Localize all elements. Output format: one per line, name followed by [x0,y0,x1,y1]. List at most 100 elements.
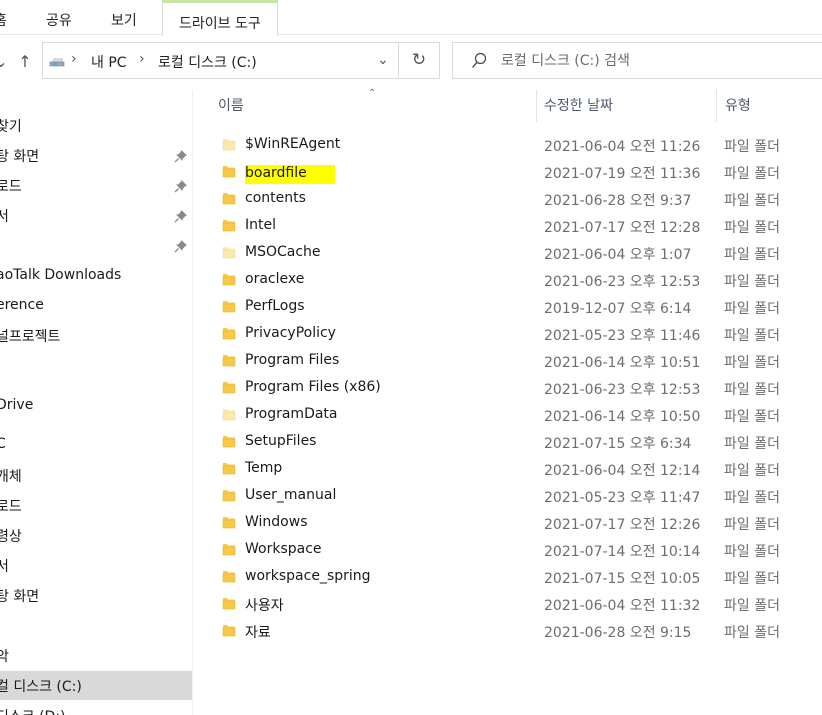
nav-item-documents[interactable]: 서 [0,201,192,230]
file-modified-date: 2021-07-14 오전 10:14 [544,544,701,560]
file-modified-date: 2021-06-04 오전 11:26 [544,139,701,155]
column-header-name[interactable]: 이름 [218,95,244,115]
file-row[interactable]: MSOCache 2021-06-04 오후 1:07 파일 폴더 [194,240,822,267]
file-type: 파일 폴더 [724,436,780,452]
breadcrumb-separator-icon[interactable]: › [71,51,77,67]
file-modified-date: 2021-06-04 오전 12:14 [544,463,701,479]
file-modified-date: 2021-06-23 오후 12:53 [544,382,701,398]
file-type: 파일 폴더 [724,139,780,155]
pin-icon[interactable] [174,149,188,163]
file-name: 사용자 [245,598,284,614]
pin-icon[interactable] [174,179,188,193]
file-name: Windows [245,514,308,530]
nav-item-kakaotalk-downloads[interactable]: aoTalk Downloads [0,262,192,291]
nav-item-pc-documents[interactable]: 서 [0,551,192,580]
folder-icon [222,193,236,205]
refresh-icon[interactable]: ↻ [398,43,439,78]
file-row[interactable]: oraclexe 2021-06-23 오후 12:53 파일 폴더 [194,267,822,294]
nav-item-quick-access[interactable]: 찾기 [0,111,192,140]
file-name: MSOCache [245,244,321,260]
folder-icon [222,409,236,421]
file-row[interactable]: 사용자 2021-06-04 오전 11:32 파일 폴더 [194,591,822,618]
nav-item-label: aoTalk Downloads [0,267,122,283]
nav-item-label: 탕 화면 [0,589,40,605]
nav-item-local-disk-c[interactable]: 컬 디스크 (C:) [0,671,192,700]
breadcrumb-this-pc[interactable]: 내 PC [91,52,127,72]
pin-icon[interactable] [174,239,188,253]
folder-icon [222,598,236,610]
nav-item-folder[interactable]: I [0,351,192,380]
nav-item-music[interactable]: 악 [0,641,192,670]
column-divider[interactable] [536,90,537,122]
file-row[interactable]: $WinREAgent 2021-06-04 오전 11:26 파일 폴더 [194,132,822,159]
file-row[interactable]: boardfile 2021-07-19 오전 11:36 파일 폴더 [194,159,822,186]
file-row[interactable]: Program Files 2021-06-14 오후 10:51 파일 폴더 [194,348,822,375]
folder-icon [222,328,236,340]
nav-item-pc-desktop[interactable]: 탕 화면 [0,581,192,610]
folder-icon [222,247,236,259]
breadcrumb-local-disk[interactable]: 로컬 디스크 (C:) [158,52,257,72]
file-row[interactable]: PerfLogs 2019-12-07 오후 6:14 파일 폴더 [194,294,822,321]
nav-item-this-pc[interactable]: C [0,431,192,460]
file-type: 파일 폴더 [724,544,780,560]
address-bar[interactable]: › 내 PC › 로컬 디스크 (C:) ⌄ ↻ [42,42,440,79]
nav-item-videos[interactable]: 령상 [0,521,192,550]
nav-item-project[interactable]: 널프로젝트 [0,321,192,350]
file-name: $WinREAgent [245,136,341,152]
nav-item-onedrive[interactable]: Drive [0,392,192,421]
file-modified-date: 2021-06-04 오후 1:07 [544,247,692,263]
nav-item-pc-downloads[interactable]: 로드 [0,491,192,520]
nav-item-pc-pictures[interactable]: ! [0,611,192,640]
folder-icon [222,436,236,448]
file-row[interactable]: Intel 2021-07-17 오전 12:28 파일 폴더 [194,213,822,240]
nav-item-downloads[interactable]: 로드 [0,171,192,200]
search-box[interactable] [452,42,822,79]
file-row[interactable]: Program Files (x86) 2021-06-23 오후 12:53 파일… [194,375,822,402]
file-row[interactable]: PrivacyPolicy 2021-05-23 오후 11:46 파일 폴더 [194,321,822,348]
folder-icon [222,490,236,502]
nav-item-reference[interactable]: erence [0,292,192,321]
nav-item-label: 로드 [0,499,22,515]
file-type: 파일 폴더 [724,625,780,641]
file-row[interactable]: SetupFiles 2021-07-15 오후 6:34 파일 폴더 [194,429,822,456]
column-divider[interactable] [716,90,717,122]
file-modified-date: 2021-06-04 오전 11:32 [544,598,701,614]
file-row[interactable]: Temp 2021-06-04 오전 12:14 파일 폴더 [194,456,822,483]
file-row[interactable]: Windows 2021-07-17 오전 12:26 파일 폴더 [194,510,822,537]
up-arrow-icon[interactable]: ↑ [16,49,34,75]
nav-item-3d-objects[interactable]: 개체 [0,461,192,490]
column-header-date[interactable]: 수정한 날짜 [544,95,613,115]
nav-item-local-disk-d[interactable]: 디스크 (D:) [0,701,192,715]
search-icon [472,52,487,68]
tab-drive-tools[interactable]: 드라이브 도구 [162,0,278,36]
file-row[interactable]: User_manual 2021-05-23 오후 11:47 파일 폴더 [194,483,822,510]
nav-item-pictures[interactable]: ! [0,231,192,260]
tab-share[interactable]: 공유 [46,10,72,30]
tab-view[interactable]: 보기 [111,10,137,30]
breadcrumb-separator-icon[interactable]: › [139,51,145,67]
file-modified-date: 2021-07-17 오전 12:26 [544,517,701,533]
file-row[interactable]: ProgramData 2021-06-14 오후 10:50 파일 폴더 [194,402,822,429]
file-row[interactable]: workspace_spring 2021-07-15 오전 10:05 파일 폴더 [194,564,822,591]
file-type: 파일 폴더 [724,301,780,317]
nav-item-desktop[interactable]: 탕 화면 [0,141,192,170]
pin-icon[interactable] [174,209,188,223]
tab-home[interactable]: 홈 [0,10,7,30]
file-row[interactable]: 자료 2021-06-28 오전 9:15 파일 폴더 [194,618,822,645]
file-name: Temp [245,460,283,476]
file-row[interactable]: contents 2021-06-28 오전 9:37 파일 폴더 [194,186,822,213]
chevron-down-icon[interactable]: ⌄ [368,43,398,78]
file-type: 파일 폴더 [724,247,780,263]
file-row[interactable]: Workspace 2021-07-14 오전 10:14 파일 폴더 [194,537,822,564]
recent-locations-chevron-icon[interactable]: ⌄ [0,49,10,75]
file-name: Program Files [245,352,340,368]
nav-item-label: Drive [0,397,34,413]
search-input[interactable] [501,49,811,73]
file-type: 파일 폴더 [724,409,780,425]
file-name: SetupFiles [245,433,317,449]
file-type: 파일 폴더 [724,517,780,533]
folder-icon [222,625,236,637]
file-name: Intel [245,217,276,233]
folder-icon [222,463,236,475]
column-header-type[interactable]: 유형 [725,95,751,115]
